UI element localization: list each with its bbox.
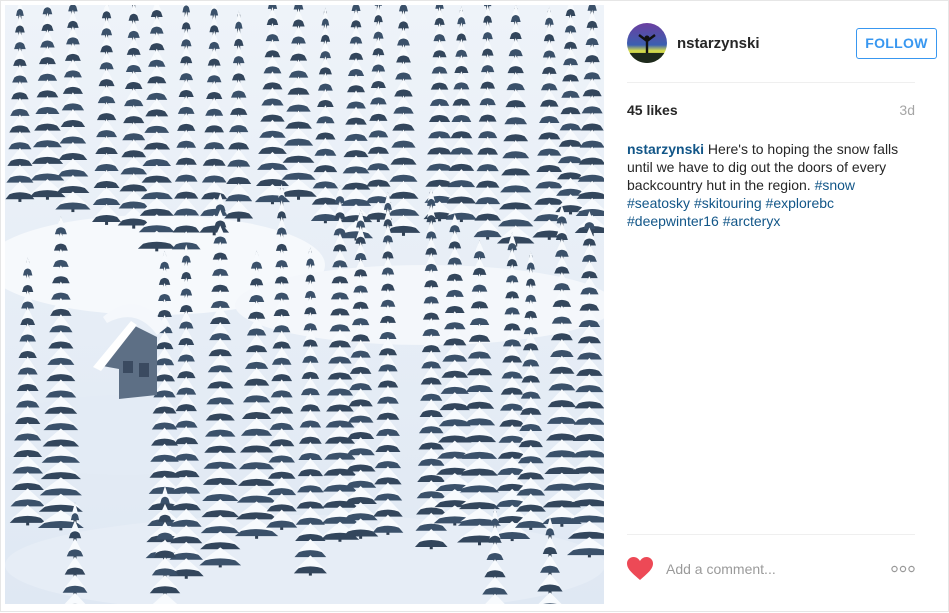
username-link[interactable]: nstarzynski	[677, 35, 760, 52]
hashtag-link[interactable]: #explorebc	[766, 195, 835, 211]
follow-button[interactable]: FOLLOW	[856, 28, 937, 59]
hashtag-link[interactable]: #deepwinter16	[627, 213, 719, 229]
heart-icon[interactable]	[627, 557, 653, 581]
snowy-forest-image: (function(){ var g = document.getElement…	[5, 5, 604, 604]
likes-count[interactable]: 45 likes	[627, 102, 678, 118]
post-sidebar: nstarzynski FOLLOW 45 likes 3d nstarzyns…	[605, 1, 949, 613]
divider	[627, 534, 915, 535]
avatar[interactable]	[627, 23, 667, 63]
post-caption: nstarzynski Here's to hoping the snow fa…	[627, 140, 919, 230]
post-card: (function(){ var g = document.getElement…	[0, 0, 949, 612]
post-time[interactable]: 3d	[899, 102, 915, 118]
post-header: nstarzynski FOLLOW	[627, 23, 937, 65]
divider	[627, 82, 915, 83]
comment-input[interactable]: Add a comment...	[666, 558, 866, 580]
more-options-icon[interactable]	[891, 561, 915, 577]
hashtag-link[interactable]: #seatosky	[627, 195, 690, 211]
post-photo[interactable]: (function(){ var g = document.getElement…	[5, 5, 604, 604]
hashtag-link[interactable]: #snow	[815, 177, 855, 193]
hashtag-link[interactable]: #arcteryx	[723, 213, 781, 229]
caption-username-link[interactable]: nstarzynski	[627, 141, 704, 157]
hashtag-link[interactable]: #skitouring	[694, 195, 762, 211]
